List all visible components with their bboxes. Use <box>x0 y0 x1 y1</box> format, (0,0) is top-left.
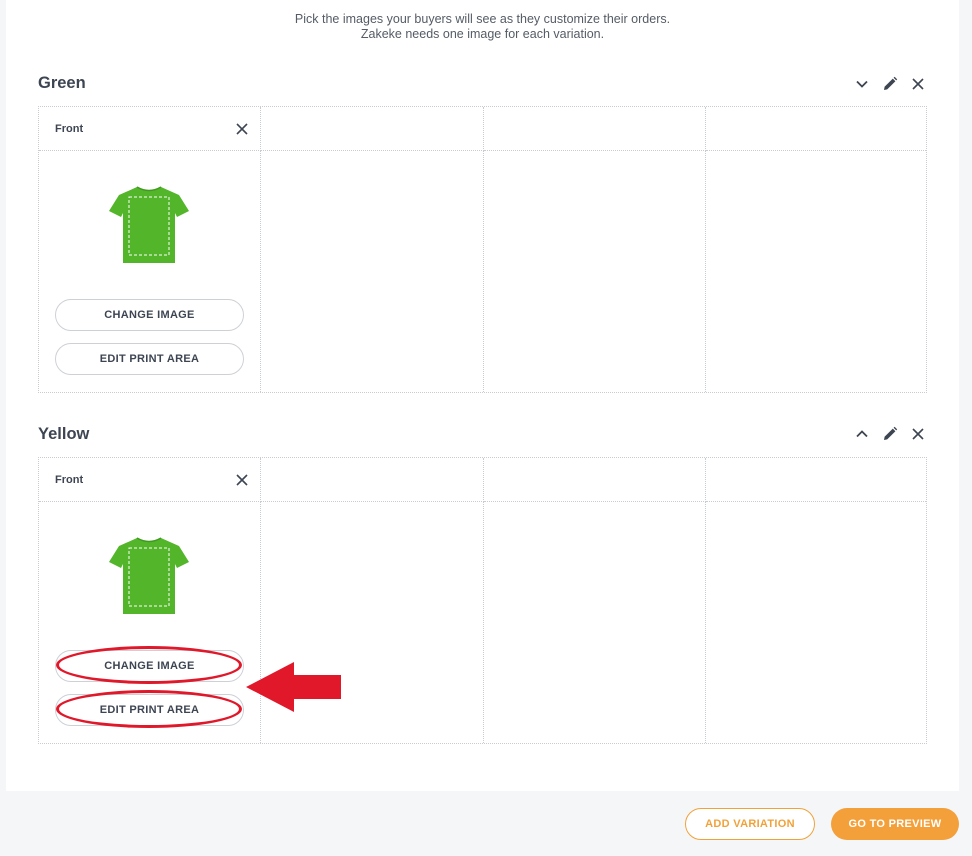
close-icon[interactable] <box>910 426 926 442</box>
tshirt-image <box>109 186 189 263</box>
empty-slot-header <box>706 458 926 502</box>
variation-actions-yellow <box>854 426 926 442</box>
side-label: Front <box>55 123 84 135</box>
close-icon[interactable] <box>235 122 249 136</box>
empty-slot <box>706 502 926 743</box>
variations-panel: Pick the images your buyers will see as … <box>6 0 959 791</box>
pencil-icon[interactable] <box>882 426 898 442</box>
empty-slot-header <box>261 107 484 151</box>
image-grid-yellow: Front CHANGE IMAGE EDIT PRINT AREA <box>38 457 927 744</box>
change-image-button[interactable]: CHANGE IMAGE <box>55 299 244 331</box>
intro-text: Pick the images your buyers will see as … <box>6 12 959 42</box>
side-image-cell: CHANGE IMAGE EDIT PRINT AREA <box>39 151 261 392</box>
intro-line-2: Zakeke needs one image for each variatio… <box>360 27 605 41</box>
empty-slot <box>706 151 926 392</box>
variation-title-green: Green <box>38 74 86 92</box>
side-image-cell: CHANGE IMAGE EDIT PRINT AREA <box>39 502 261 743</box>
variation-title-yellow: Yellow <box>38 425 90 443</box>
change-image-button[interactable]: CHANGE IMAGE <box>55 650 244 682</box>
side-header-front: Front <box>39 458 261 502</box>
chevron-down-icon[interactable] <box>854 76 870 92</box>
chevron-up-icon[interactable] <box>854 426 870 442</box>
side-label: Front <box>55 474 84 486</box>
close-icon[interactable] <box>910 76 926 92</box>
tshirt-image <box>109 537 189 614</box>
variation-actions-green <box>854 76 926 92</box>
intro-line-1: Pick the images your buyers will see as … <box>294 12 671 26</box>
empty-slot <box>484 502 706 743</box>
empty-slot-header <box>484 458 706 502</box>
image-grid-green: Front CHANGE IMAGE EDIT PRINT AREA <box>38 106 927 393</box>
close-icon[interactable] <box>235 473 249 487</box>
edit-print-area-button[interactable]: EDIT PRINT AREA <box>55 343 244 375</box>
side-header-front: Front <box>39 107 261 151</box>
edit-print-area-button[interactable]: EDIT PRINT AREA <box>55 694 244 726</box>
empty-slot-header <box>706 107 926 151</box>
annotation-arrow-icon <box>246 662 341 712</box>
pencil-icon[interactable] <box>882 76 898 92</box>
go-to-preview-button[interactable]: GO TO PREVIEW <box>831 808 959 840</box>
empty-slot-header <box>484 107 706 151</box>
add-variation-button[interactable]: ADD VARIATION <box>685 808 815 840</box>
empty-slot-header <box>261 458 484 502</box>
empty-slot <box>484 151 706 392</box>
empty-slot <box>261 151 484 392</box>
